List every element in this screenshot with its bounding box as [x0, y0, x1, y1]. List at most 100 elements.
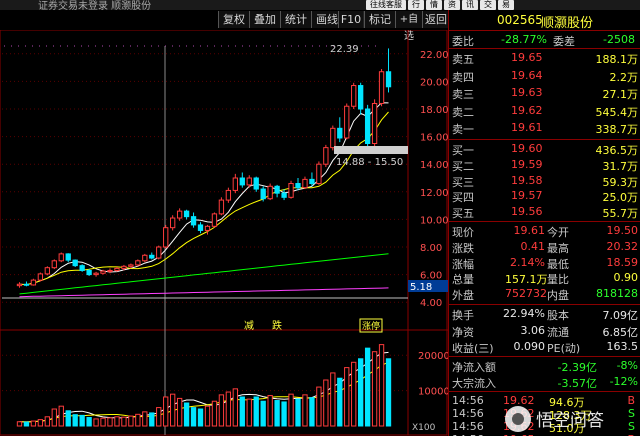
candle-body — [239, 177, 245, 186]
restore-rights-button[interactable]: 复权 — [218, 11, 250, 28]
ask-level-volume: 27.1万 — [602, 88, 639, 101]
tab-service[interactable]: 往线客服 — [366, 0, 406, 10]
candle-body — [330, 127, 336, 149]
bid-level-label: 买三 — [452, 175, 474, 189]
candle-body — [316, 163, 322, 185]
quote-value: 20.32 — [606, 239, 639, 253]
stat-label: 流通 — [547, 325, 569, 339]
tick-time: 14:56 — [452, 407, 484, 420]
title-bar: 证券交易未登录 顺灏股份 往线客服 行 情 资 讯 交 易 — [0, 0, 640, 10]
volume-bars — [16, 344, 392, 427]
candle-body — [72, 259, 78, 267]
candle-body — [190, 216, 197, 226]
ask-level-price: 19.63 — [511, 86, 543, 99]
candle-body — [142, 254, 148, 262]
volume-bar — [225, 391, 232, 427]
candle-body — [183, 210, 190, 218]
volume-bar — [58, 405, 64, 427]
candle-body — [232, 177, 238, 191]
volume-bar — [72, 414, 78, 427]
volume-bar — [156, 407, 162, 427]
candle-body — [135, 260, 141, 266]
volume-bar — [23, 421, 30, 427]
quote-label: 量比 — [547, 273, 569, 287]
candle-body — [58, 253, 64, 262]
stat-label: 收益(三) — [452, 342, 494, 355]
price-tick-label: 12.00 — [420, 188, 448, 199]
stat-label: 股本 — [547, 309, 569, 322]
candle-body — [274, 185, 280, 194]
bid-level-price: 19.58 — [511, 173, 543, 187]
quote-label: 涨幅 — [452, 257, 474, 271]
price-tick-label: 16.00 — [420, 133, 448, 144]
overlay-button[interactable]: 叠加 — [249, 11, 281, 28]
ask-level-volume: 2.2万 — [609, 70, 639, 84]
flow-percent: -12% — [609, 375, 638, 388]
tab-qing[interactable]: 情 — [426, 0, 442, 10]
candle-body — [23, 283, 30, 286]
ratio-value: -28.77% — [501, 33, 547, 46]
statistics-button[interactable]: 统计 — [280, 11, 312, 28]
volume-bar — [128, 415, 134, 427]
candle-body — [176, 210, 183, 219]
candle-body — [323, 147, 329, 165]
stat-value: 0.090 — [513, 340, 546, 353]
divider — [449, 304, 640, 305]
candle-body — [260, 188, 266, 200]
quote-label: 内盘 — [547, 289, 569, 303]
tab-zi[interactable]: 资 — [444, 0, 460, 10]
divider — [449, 30, 640, 31]
candle-body — [100, 270, 106, 274]
bid-level-volume: 436.5万 — [595, 144, 639, 157]
candle-body — [364, 108, 371, 144]
trading-app: 证券交易未登录 顺灏股份 往线客服 行 情 资 讯 交 易 复权 叠加 统计 画… — [0, 0, 640, 436]
bid-level-label: 买四 — [452, 191, 474, 205]
candle-body — [114, 267, 120, 271]
bid-level-price: 19.60 — [511, 142, 543, 155]
tab-hang[interactable]: 行 — [408, 0, 424, 10]
quote-value: 157.1万 — [505, 273, 548, 287]
diff-value: -2508 — [603, 33, 635, 46]
volume-tick-label: 20000 — [418, 351, 448, 362]
watermark: 悟空问答 — [500, 402, 640, 436]
volume-bar — [107, 417, 113, 427]
stat-value: 3.06 — [520, 323, 546, 337]
quote-label: 外盘 — [452, 289, 474, 303]
ask-level-volume: 545.4万 — [595, 105, 639, 119]
candle-body — [246, 177, 252, 186]
volume-unit-label: X100 — [412, 423, 436, 433]
candle-body — [309, 178, 315, 185]
mark-button[interactable]: 标记 — [364, 11, 396, 28]
ask-level-price: 19.62 — [511, 103, 543, 117]
quote-label: 今开 — [547, 226, 569, 239]
top-tabs: 往线客服 行 情 资 讯 交 易 — [366, 0, 514, 10]
volume-bar — [274, 400, 280, 427]
volume-bar — [364, 347, 371, 427]
candle-body — [163, 227, 169, 248]
add-watchlist-button[interactable]: +自选 — [395, 11, 423, 42]
candle-body — [30, 279, 37, 286]
back-button[interactable]: 返回 — [422, 11, 450, 28]
candle-body — [197, 224, 204, 231]
quote-label: 最高 — [547, 241, 569, 255]
tab-yi[interactable]: 易 — [498, 0, 514, 10]
price-tick-label: 18.00 — [420, 105, 448, 116]
bid-level-volume: 31.7万 — [602, 159, 639, 173]
volume-bar — [142, 411, 148, 427]
tab-jiao[interactable]: 交 — [480, 0, 496, 10]
divider — [449, 356, 640, 357]
ask-level-label: 卖五 — [452, 53, 474, 66]
candle-body — [225, 189, 232, 201]
tab-xun[interactable]: 讯 — [462, 0, 478, 10]
ask-level-price: 19.61 — [511, 121, 543, 134]
candle-body — [44, 267, 50, 275]
stat-value: 7.09亿 — [602, 309, 639, 322]
bid-level-volume: 25.0万 — [602, 191, 639, 205]
volume-tick-label: 10000 — [418, 387, 448, 398]
volume-bar — [239, 396, 245, 427]
volume-bar — [183, 402, 190, 427]
volume-bar — [260, 400, 266, 427]
f10-button[interactable]: F10 — [338, 11, 364, 28]
kline-chart[interactable]: 22.00 20.00 18.00 16.00 14.00 12.00 10.00 8.00 6… — [0, 30, 448, 436]
candle-body — [378, 71, 385, 104]
